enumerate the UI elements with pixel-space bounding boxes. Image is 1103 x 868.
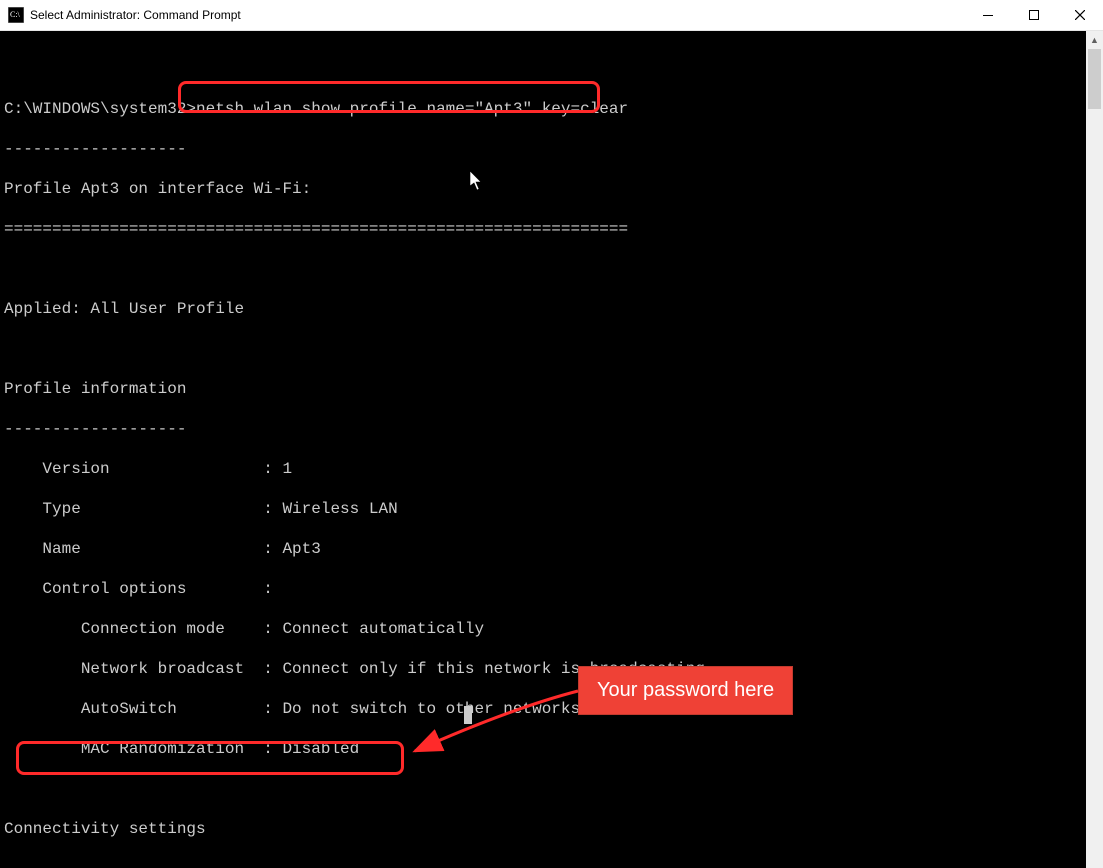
- terminal-output: C:\WINDOWS\system32>netsh wlan show prof…: [0, 31, 1086, 868]
- cmd-icon: C:\: [8, 7, 24, 23]
- scroll-thumb[interactable]: [1088, 49, 1101, 109]
- terminal-viewport[interactable]: C:\WINDOWS\system32>netsh wlan show prof…: [0, 31, 1086, 868]
- row-connection-mode: Connection mode : Connect automatically: [4, 619, 1086, 639]
- row-mac-randomization: MAC Randomization : Disabled: [4, 739, 1086, 759]
- row-name: Name : Apt3: [4, 539, 1086, 559]
- scroll-up-button[interactable]: ▲: [1086, 31, 1103, 48]
- prompt: C:\WINDOWS\system32>: [4, 100, 196, 118]
- command-text: netsh wlan show profile name="Apt3" key=…: [196, 100, 628, 118]
- vertical-scrollbar[interactable]: ▲ ▼: [1086, 31, 1103, 868]
- section-heading-connectivity: Connectivity settings: [4, 819, 1086, 839]
- row-control-options: Control options :: [4, 579, 1086, 599]
- blank-line: [4, 59, 1086, 79]
- row-autoswitch: AutoSwitch : Do not switch to other netw…: [4, 699, 1086, 719]
- prompt-line: C:\WINDOWS\system32>netsh wlan show prof…: [4, 99, 1086, 119]
- eq-line: ========================================…: [4, 219, 1086, 239]
- window-title: Select Administrator: Command Prompt: [30, 8, 241, 22]
- titlebar[interactable]: C:\ Select Administrator: Command Prompt: [0, 0, 1103, 31]
- close-button[interactable]: [1057, 0, 1103, 30]
- row-network-broadcast: Network broadcast : Connect only if this…: [4, 659, 1086, 679]
- dash-line: -------------------: [4, 419, 1086, 439]
- row-type: Type : Wireless LAN: [4, 499, 1086, 519]
- dash-line: ---------------------: [4, 859, 1086, 868]
- dash-line: -------------------: [4, 139, 1086, 159]
- blank-line: [4, 339, 1086, 359]
- text-cursor: [464, 706, 472, 724]
- minimize-button[interactable]: [965, 0, 1011, 30]
- profile-header: Profile Apt3 on interface Wi-Fi:: [4, 179, 1086, 199]
- callout-password: Your password here: [578, 666, 793, 715]
- blank-line: [4, 779, 1086, 799]
- maximize-button[interactable]: [1011, 0, 1057, 30]
- blank-line: [4, 259, 1086, 279]
- svg-text:C:\: C:\: [10, 10, 21, 19]
- section-heading-profile: Profile information: [4, 379, 1086, 399]
- applied-line: Applied: All User Profile: [4, 299, 1086, 319]
- row-version: Version : 1: [4, 459, 1086, 479]
- client-area: C:\WINDOWS\system32>netsh wlan show prof…: [0, 31, 1103, 868]
- command-prompt-window: C:\ Select Administrator: Command Prompt…: [0, 0, 1103, 868]
